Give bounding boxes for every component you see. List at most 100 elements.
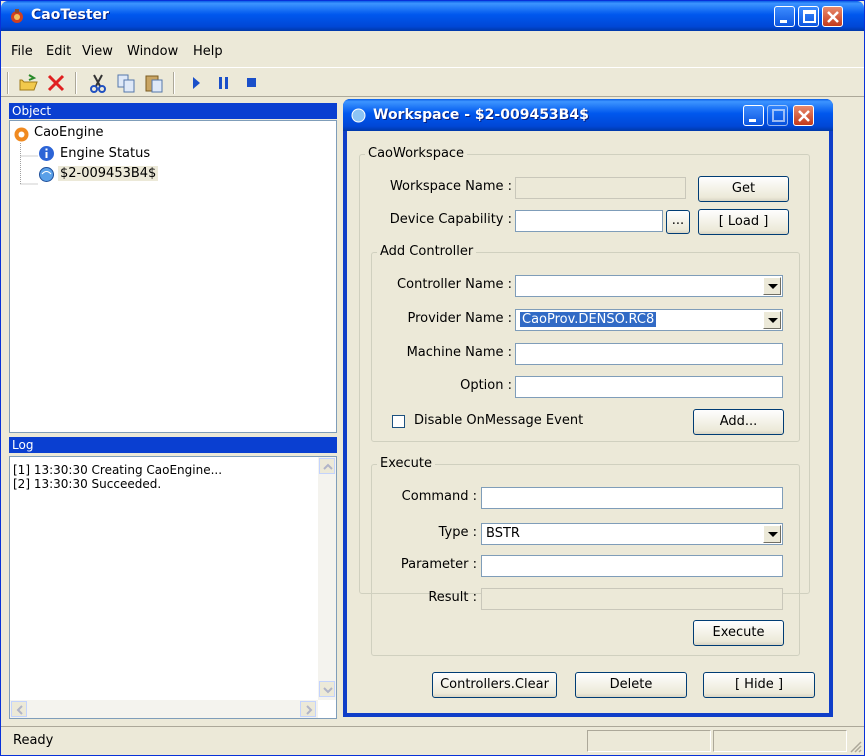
add-button[interactable]: Add... <box>693 409 784 435</box>
toolbar-separator <box>75 72 77 94</box>
tree-item-caoengine[interactable]: CaoEngine <box>34 125 104 140</box>
workspace-name-label: Workspace Name : <box>389 179 512 194</box>
object-tree[interactable]: CaoEngine Engine Status $2-009453B4$ <box>9 120 337 433</box>
provider-name-label: Provider Name : <box>407 311 512 326</box>
tree-item-workspace[interactable]: $2-009453B4$ <box>58 166 159 181</box>
toolbar <box>1 67 864 97</box>
log-box[interactable]: [1] 13:30:30 Creating CaoEngine... [2] 1… <box>9 456 337 719</box>
cut-icon[interactable] <box>87 72 109 94</box>
load-button[interactable]: [ Load ] <box>698 209 789 235</box>
resize-grip-icon[interactable] <box>848 739 862 753</box>
command-field[interactable] <box>481 487 783 509</box>
menu-view[interactable]: View <box>82 44 113 59</box>
log-vertical-scrollbar[interactable] <box>318 457 336 700</box>
menu-help[interactable]: Help <box>193 44 223 59</box>
controller-name-dropdown-button[interactable] <box>763 277 781 295</box>
chevron-down-icon <box>768 532 778 537</box>
workspace-title-bar[interactable]: Workspace - $2-009453B4$ <box>343 99 833 131</box>
log-horizontal-scrollbar[interactable] <box>10 700 318 718</box>
scroll-up-button[interactable] <box>319 458 335 474</box>
app-icon <box>11 9 23 23</box>
device-capability-label: Device Capability : <box>389 212 512 227</box>
command-label: Command : <box>401 489 477 504</box>
chevron-up-icon <box>323 463 333 470</box>
provider-name-combo[interactable]: CaoProv.DENSO.RC8 <box>515 309 783 331</box>
disable-event-label[interactable]: Disable OnMessage Event <box>414 413 583 428</box>
main-window: CaoTester File Edit View Window Help Obj… <box>0 0 865 756</box>
close-icon <box>798 110 810 122</box>
device-capability-field[interactable] <box>515 210 663 232</box>
browse-button[interactable]: ... <box>666 210 690 234</box>
scroll-left-button[interactable] <box>11 701 27 717</box>
type-dropdown-button[interactable] <box>763 525 781 543</box>
delete-button[interactable]: Delete <box>575 672 687 698</box>
chevron-right-icon <box>306 705 313 715</box>
option-label: Option : <box>460 378 512 393</box>
status-cell <box>713 730 847 752</box>
stop-icon[interactable] <box>241 72 263 94</box>
chevron-left-icon <box>16 705 23 715</box>
workspace-minimize-button[interactable] <box>743 105 764 126</box>
play-icon[interactable] <box>185 72 207 94</box>
minimize-button[interactable] <box>774 6 795 27</box>
hide-button[interactable]: [ Hide ] <box>703 672 815 698</box>
controllers-clear-button[interactable]: Controllers.Clear <box>432 672 557 698</box>
log-line: [2] 13:30:30 Succeeded. <box>13 477 162 491</box>
result-label: Result : <box>428 590 477 605</box>
menu-window[interactable]: Window <box>127 44 178 59</box>
copy-icon[interactable] <box>115 72 137 94</box>
workspace-title: Workspace - $2-009453B4$ <box>373 107 589 123</box>
tree-lines <box>20 143 38 185</box>
log-pane-header: Log <box>9 437 337 453</box>
paste-icon[interactable] <box>143 72 165 94</box>
provider-name-value: CaoProv.DENSO.RC8 <box>520 312 657 327</box>
window-title: CaoTester <box>31 7 109 23</box>
execute-button[interactable]: Execute <box>693 620 784 646</box>
machine-name-label: Machine Name : <box>406 345 512 360</box>
minimize-icon <box>749 119 756 122</box>
status-text: Ready <box>13 733 54 748</box>
parameter-label: Parameter : <box>400 557 477 572</box>
maximize-button[interactable] <box>798 6 819 27</box>
workspace-close-button[interactable] <box>793 105 814 126</box>
maximize-icon <box>803 10 816 23</box>
close-button[interactable] <box>822 6 843 27</box>
get-button[interactable]: Get <box>698 176 789 202</box>
scroll-down-button[interactable] <box>319 681 335 697</box>
type-label: Type : <box>438 525 477 540</box>
menu-file[interactable]: File <box>11 44 33 59</box>
workspace-name-field[interactable] <box>515 177 686 199</box>
disable-event-checkbox[interactable] <box>392 415 405 428</box>
scroll-right-button[interactable] <box>300 701 316 717</box>
workspace-icon <box>39 167 54 182</box>
option-field[interactable] <box>515 376 783 398</box>
type-combo[interactable]: BSTR <box>481 523 783 545</box>
chevron-down-icon <box>768 318 778 323</box>
title-bar[interactable]: CaoTester <box>1 1 864 31</box>
toolbar-separator <box>7 72 9 94</box>
pause-icon[interactable] <box>213 72 235 94</box>
workspace-body: CaoWorkspace Workspace Name : Get Device… <box>347 131 829 713</box>
workspace-maximize-button[interactable] <box>767 105 788 126</box>
tree-item-engine-status[interactable]: Engine Status <box>60 146 150 161</box>
chevron-down-icon <box>323 687 333 694</box>
object-pane-header: Object <box>9 103 337 119</box>
menu-edit[interactable]: Edit <box>46 44 71 59</box>
status-cell <box>587 730 711 752</box>
controller-name-combo[interactable] <box>515 275 783 297</box>
provider-name-dropdown-button[interactable] <box>763 311 781 329</box>
workspace-icon <box>351 108 366 123</box>
close-icon <box>827 11 839 23</box>
open-folder-icon[interactable] <box>17 72 39 94</box>
parameter-field[interactable] <box>481 555 783 577</box>
execute-group-label: Execute <box>377 456 435 471</box>
machine-name-field[interactable] <box>515 343 783 365</box>
minimize-icon <box>780 20 787 23</box>
info-icon <box>39 146 54 161</box>
workspace-window: Workspace - $2-009453B4$ CaoWorkspace Wo… <box>343 99 833 717</box>
controller-name-label: Controller Name : <box>397 277 512 292</box>
delete-icon[interactable] <box>45 72 67 94</box>
status-bar: Ready <box>1 726 864 755</box>
log-line: [1] 13:30:30 Creating CaoEngine... <box>13 463 223 477</box>
gear-icon <box>14 127 29 142</box>
